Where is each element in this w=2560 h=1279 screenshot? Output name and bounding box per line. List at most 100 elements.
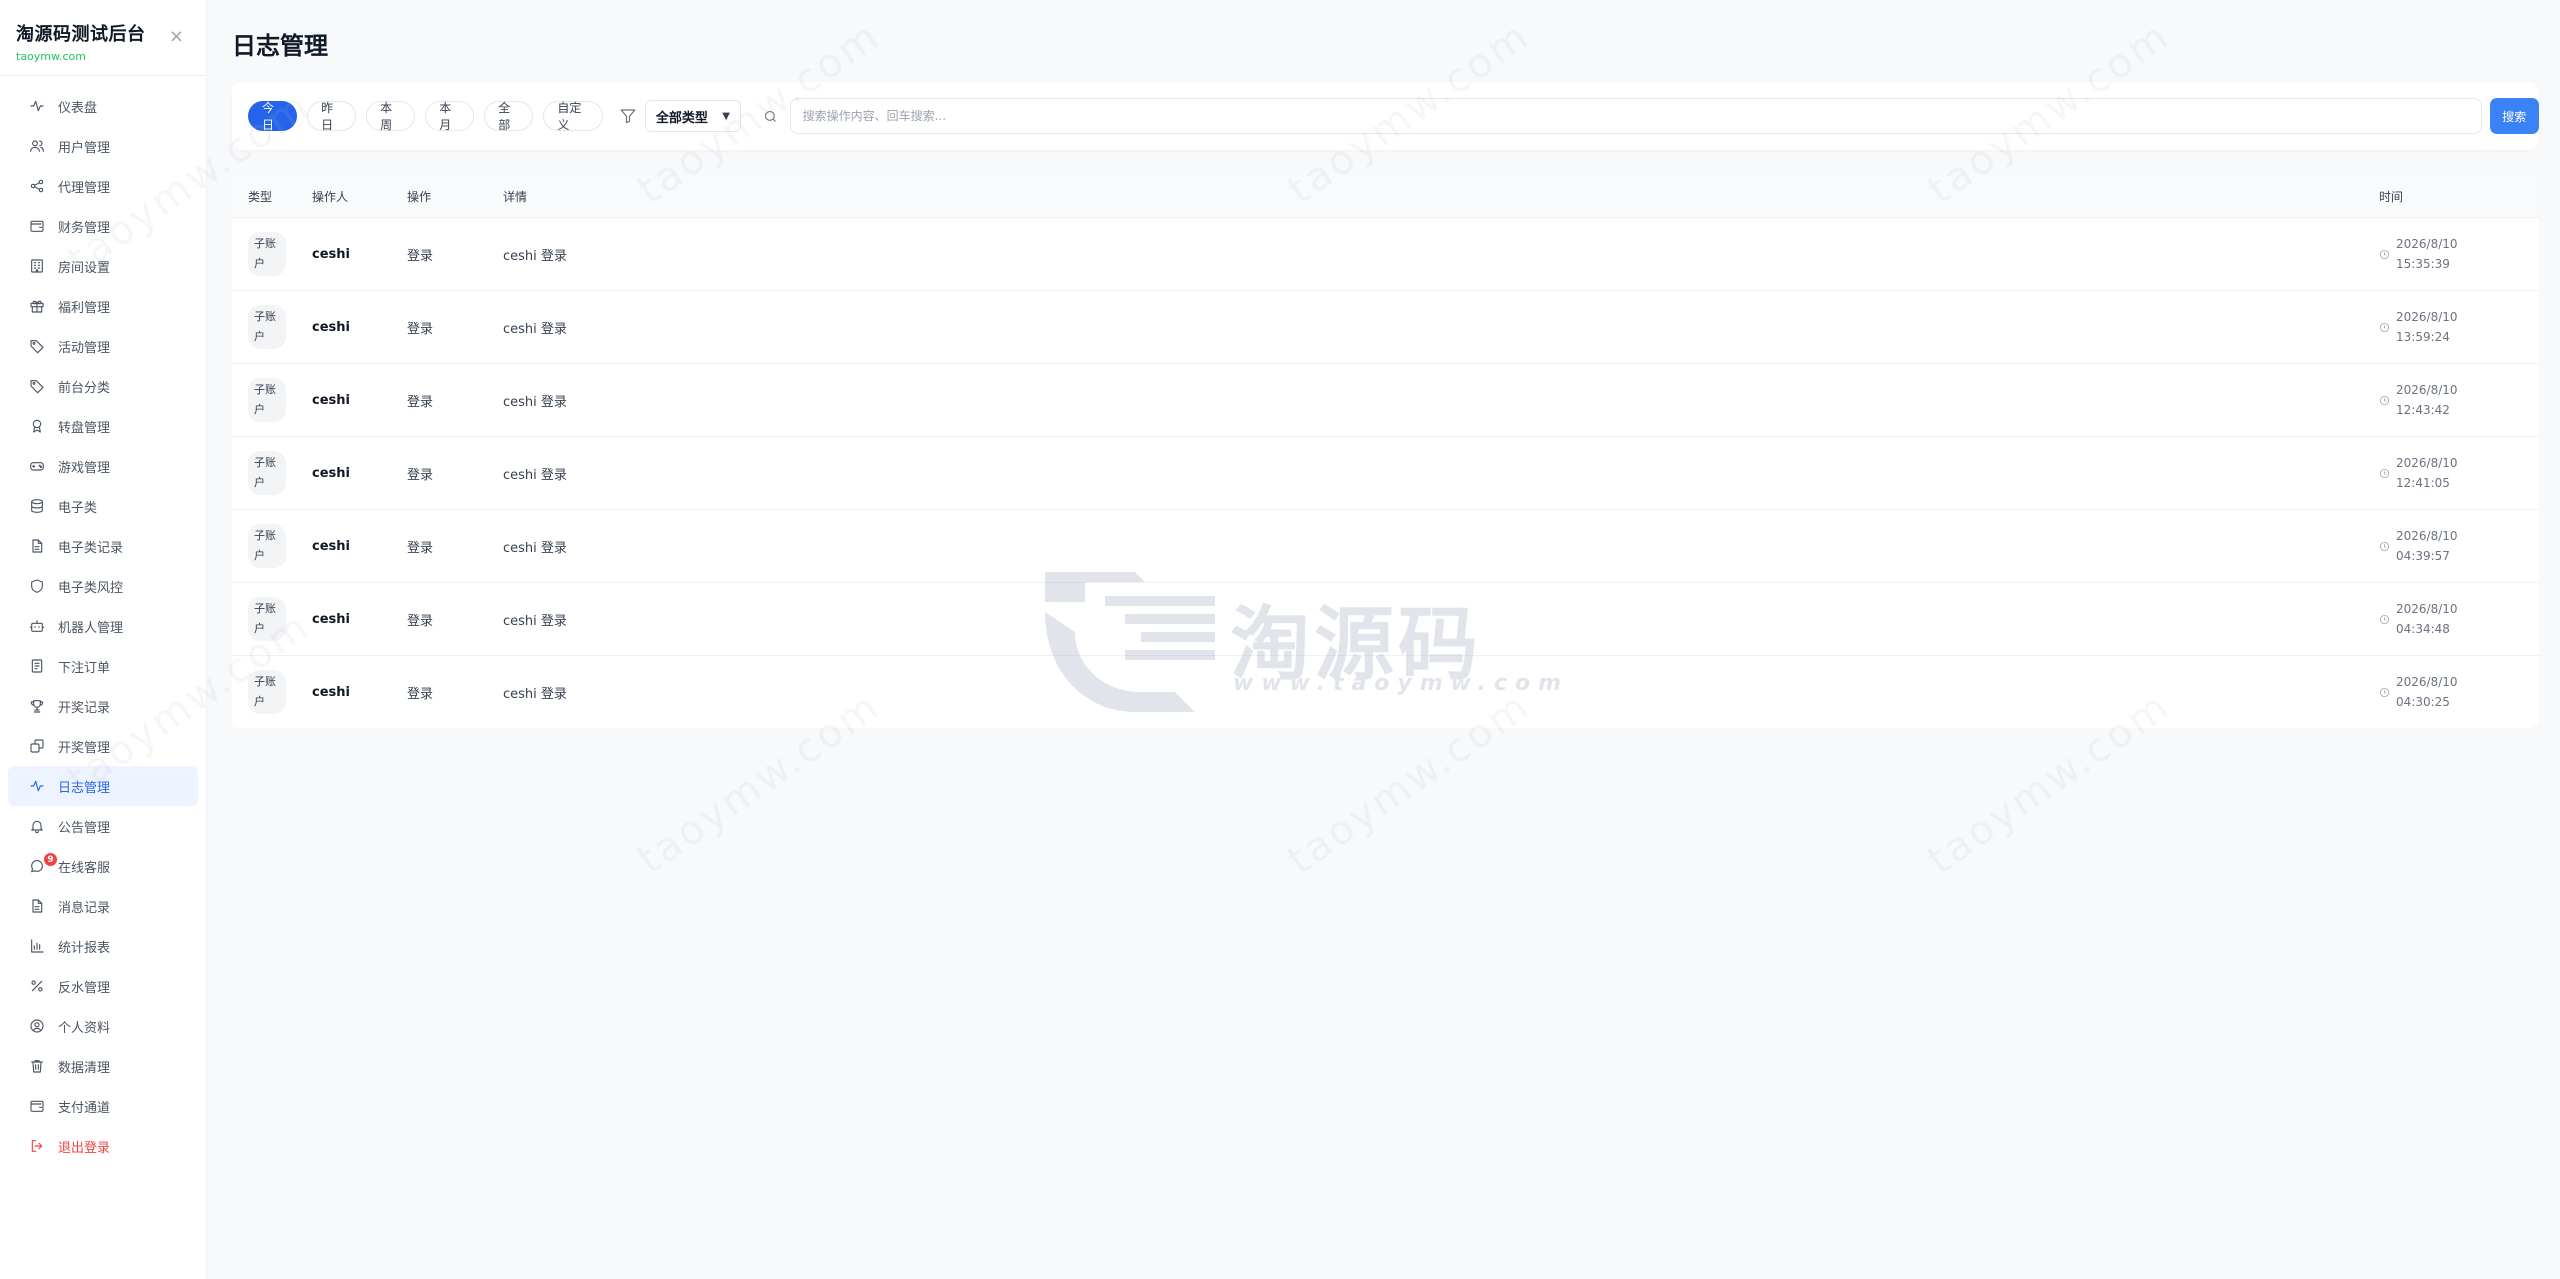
sidebar-item-label: 开奖管理 [58, 740, 111, 756]
sidebar: 淘源码测试后台 taoymw.com × 仪表盘用户管理代理管理 财务管理房间设置… [0, 0, 207, 1279]
database-icon [28, 497, 46, 515]
main-content: 日志管理 今日昨日本周本月全部自定义 全部类型 ▼ 搜索 类型 操作人 操作 详… [60, 0, 2560, 1279]
type-tag: 子账户 [248, 232, 286, 276]
sidebar-item[interactable]: 日志管理 [8, 766, 198, 806]
action-cell: 登录 [407, 540, 434, 556]
award-icon [28, 417, 46, 435]
search-box [789, 98, 2482, 134]
clock-icon [2379, 687, 2390, 698]
type-cell: 子账户 [232, 451, 312, 495]
type-tag: 子账户 [248, 524, 286, 568]
time-cell: 2026/8/10 12:43:42 [2379, 380, 2539, 420]
detail-cell: ceshi 登录 [503, 248, 567, 264]
sidebar-item[interactable]: 机器人管理 [8, 606, 198, 646]
sidebar-item[interactable]: 房间设置 [8, 246, 198, 286]
sidebar-item[interactable]: 用户管理 [8, 126, 198, 166]
sidebar-item[interactable]: 游戏管理 [8, 446, 198, 486]
type-cell: 子账户 [232, 670, 312, 714]
sidebar-item[interactable]: 个人资料 [8, 1006, 198, 1046]
search-icon [757, 109, 784, 124]
file-icon [28, 537, 46, 555]
operator-cell: ceshi [312, 319, 350, 335]
time-date: 2026/8/10 [2396, 602, 2458, 616]
sidebar-item-label: 机器人管理 [58, 620, 124, 636]
close-icon[interactable]: × [169, 26, 184, 47]
time-date: 2026/8/10 [2396, 310, 2458, 324]
table-row: 子账户 ceshi 登录 ceshi 登录 2026/8/10 04:30:25 [232, 656, 2539, 728]
sidebar-item[interactable]: 转盘管理 [8, 406, 198, 446]
search-input[interactable] [790, 109, 2391, 123]
detail-cell: ceshi 登录 [503, 540, 567, 556]
user-circle-icon [28, 1017, 46, 1035]
sidebar-item[interactable]: 反水管理 [8, 966, 198, 1006]
type-cell: 子账户 [232, 305, 312, 349]
brand-header: 淘源码测试后台 taoymw.com × [0, 0, 206, 76]
search-button[interactable]: 搜索 [2489, 98, 2539, 134]
page-title: 日志管理 [232, 32, 328, 60]
share-icon [28, 177, 46, 195]
table-row: 子账户 ceshi 登录 ceshi 登录 2026/8/10 12:41:05 [232, 437, 2539, 510]
dice-icon [28, 737, 46, 755]
date-chip[interactable]: 昨日 [307, 101, 357, 132]
tag-icon [28, 377, 46, 395]
tag-icon [28, 337, 46, 355]
sidebar-item[interactable]: 开奖管理 [8, 726, 198, 766]
type-tag: 子账户 [248, 670, 286, 714]
sidebar-item[interactable]: 电子类风控 [8, 566, 198, 606]
sidebar-item-label: 房间设置 [58, 260, 111, 276]
type-tag: 子账户 [248, 378, 286, 422]
activity-icon [28, 97, 46, 115]
type-tag: 子账户 [248, 451, 286, 495]
time-cell: 2026/8/10 12:41:05 [2379, 453, 2539, 493]
sidebar-item[interactable]: 下注订单 [8, 646, 198, 686]
clock-icon [2379, 614, 2390, 625]
header-action: 操作 [407, 190, 432, 204]
type-cell: 子账户 [232, 597, 312, 641]
sidebar-item[interactable]: 在线客服 9 [8, 846, 198, 886]
sidebar-item[interactable]: 消息记录 [8, 886, 198, 926]
date-chip[interactable]: 本月 [425, 101, 475, 132]
time-clock: 04:39:57 [2396, 549, 2450, 563]
clock-icon [2379, 395, 2390, 406]
sidebar-item[interactable]: 仪表盘 [8, 86, 198, 126]
sidebar-item[interactable]: 财务管理 [8, 206, 198, 246]
clock-icon [2379, 468, 2390, 479]
sidebar-item[interactable]: 开奖记录 [8, 686, 198, 726]
action-cell: 登录 [407, 394, 434, 410]
detail-cell: ceshi 登录 [503, 394, 567, 410]
sidebar-item[interactable]: 支付通道 [8, 1086, 198, 1126]
date-chip[interactable]: 自定义 [543, 101, 603, 132]
operator-cell: ceshi [312, 684, 350, 700]
sidebar-item[interactable]: 前台分类 [8, 366, 198, 406]
wallet-icon [28, 217, 46, 235]
sidebar-item-label: 前台分类 [58, 380, 111, 396]
time-cell: 2026/8/10 15:35:39 [2379, 234, 2539, 274]
sidebar-item[interactable]: 福利管理 [8, 286, 198, 326]
action-cell: 登录 [407, 686, 434, 702]
date-chip[interactable]: 今日 [248, 101, 298, 132]
sidebar-item-label: 用户管理 [58, 140, 111, 156]
filter-bar: 今日 昨日 本周 本月 全部 自定义 全部类型 ▼ 搜索 [232, 82, 2539, 150]
sidebar-item[interactable]: 活动管理 [8, 326, 198, 366]
action-cell: 登录 [407, 248, 434, 264]
operator-cell: ceshi [312, 246, 350, 262]
sidebar-item-label: 福利管理 [58, 300, 111, 316]
type-select[interactable]: 全部类型 ▼ [644, 100, 741, 132]
sidebar-item-label: 下注订单 [58, 660, 111, 676]
sidebar-item[interactable]: 公告管理 [8, 806, 198, 846]
sidebar-item[interactable]: 电子类 [8, 486, 198, 526]
date-chip[interactable]: 全部 [484, 101, 534, 132]
header-time: 时间 [2379, 190, 2404, 204]
operator-cell: ceshi [312, 465, 350, 481]
table-header: 类型 操作人 操作 详情 时间 [232, 176, 2539, 218]
sidebar-item-label: 数据清理 [58, 1060, 111, 1076]
brand-subtitle: taoymw.com [16, 50, 86, 63]
sidebar-item[interactable]: 电子类记录 [8, 526, 198, 566]
sidebar-item[interactable]: 退出登录 [8, 1126, 198, 1166]
sidebar-item[interactable]: 代理管理 [8, 166, 198, 206]
sidebar-item-label: 游戏管理 [58, 460, 111, 476]
date-chip[interactable]: 本周 [366, 101, 416, 132]
operator-cell: ceshi [312, 611, 350, 627]
sidebar-item[interactable]: 统计报表 [8, 926, 198, 966]
sidebar-item[interactable]: 数据清理 [8, 1046, 198, 1086]
